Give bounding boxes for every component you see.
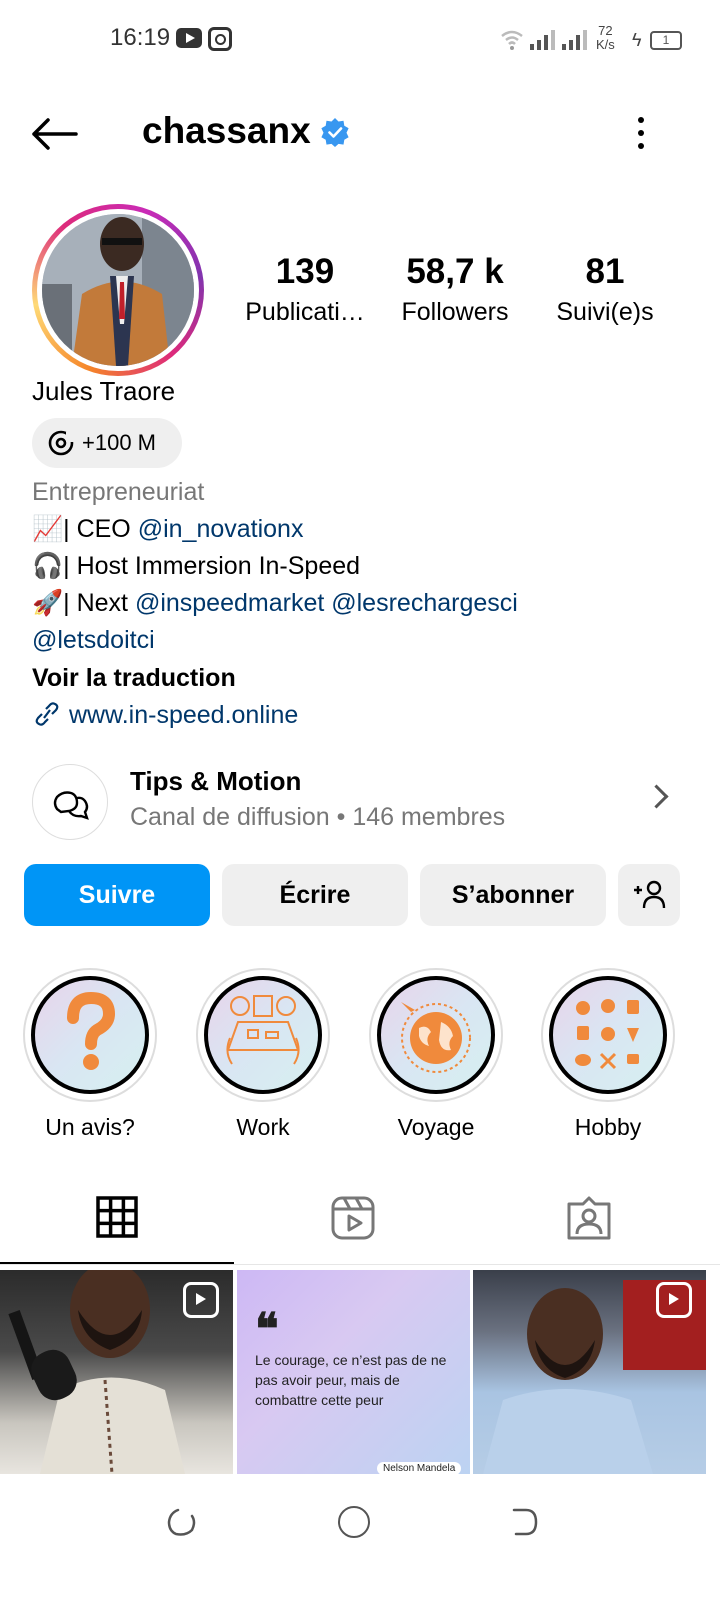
see-translation-link[interactable]: Voir la traduction [32, 660, 236, 697]
broadcast-channel-icon[interactable] [32, 764, 108, 840]
threads-icon [48, 430, 74, 456]
youtube-icon [176, 28, 202, 48]
followers-count-value: 58,7 k [406, 252, 504, 291]
profile-username: chassanx [142, 110, 311, 151]
chevron-right-icon[interactable] [644, 784, 669, 809]
quote-icon: ❝ [255, 1304, 279, 1355]
headphones-emoji-icon: 🎧 [32, 552, 64, 580]
avatar-photo [42, 214, 194, 366]
wifi-icon [501, 30, 523, 50]
highlight-voyage[interactable]: Voyage [369, 968, 503, 1141]
post-thumbnail[interactable] [473, 1270, 706, 1474]
highlight-label: Hobby [574, 1114, 642, 1140]
recents-icon[interactable] [166, 1506, 198, 1538]
followers-count-label: Followers [401, 298, 509, 326]
hobby-icons-icon [575, 999, 639, 1070]
channel-title[interactable]: Tips & Motion [130, 766, 301, 797]
subscribe-button[interactable]: S’abonner [420, 864, 606, 926]
mention-in-novationx[interactable]: @in_novationx [138, 515, 304, 543]
bio-text: | CEO [63, 515, 138, 543]
quote-author: Nelson Mandela [377, 1462, 462, 1474]
highlight-label: Un avis? [45, 1114, 135, 1140]
following-count-label: Suivi(e)s [556, 298, 654, 326]
link-icon [35, 702, 59, 726]
threads-followers: +100 M [82, 430, 156, 455]
charging-icon: ϟ [632, 30, 642, 50]
question-mark-icon [67, 991, 116, 1070]
website-link[interactable]: www.in-speed.online [32, 697, 298, 734]
back-arrow-icon[interactable] [30, 116, 78, 152]
chat-bubbles-icon [53, 791, 89, 820]
clock: 16:19 [110, 24, 171, 51]
profile-avatar[interactable] [32, 204, 204, 376]
threads-badge[interactable]: +100 M [32, 418, 182, 468]
globe-icon [401, 1002, 471, 1073]
bio-line-host: 🎧| Host Immersion In-Speed [32, 548, 360, 585]
mention-letsdoitci[interactable]: @letsdoitci [32, 622, 155, 659]
message-button[interactable]: Écrire [222, 864, 408, 926]
tab-divider [0, 1264, 720, 1265]
post-thumbnail[interactable] [0, 1270, 233, 1474]
signal-icon [530, 30, 555, 50]
channel-subtitle: Canal de diffusion • 146 membres [130, 803, 506, 831]
home-icon[interactable] [338, 1506, 370, 1538]
highlight-label: Voyage [397, 1114, 475, 1140]
mention-inspeedmarket[interactable]: @inspeedmarket [135, 589, 324, 617]
add-person-icon [634, 880, 666, 909]
signal-icon [562, 30, 587, 50]
reel-icon [656, 1282, 692, 1318]
bio-text: | Host Immersion In-Speed [63, 552, 361, 580]
battery-icon: 1 [650, 31, 682, 50]
verified-badge-icon [321, 118, 349, 147]
bio-line-next: 🚀| Next @inspeedmarket @lesrechargesci [32, 585, 518, 622]
follow-button[interactable]: Suivre [24, 864, 210, 926]
posts-count[interactable]: 139 Publicati… [230, 252, 380, 327]
system-navigation-bar [0, 1474, 720, 1600]
profile-category: Entrepreneuriat [32, 478, 205, 506]
quote-text: Le courage, ce n’est pas de ne pas avoir… [255, 1352, 447, 1408]
active-tab-indicator [0, 1262, 234, 1264]
tagged-tab-icon[interactable] [567, 1196, 611, 1240]
rocket-emoji-icon: 🚀 [32, 589, 64, 617]
network-speed: 72 K/s [596, 24, 615, 52]
suggested-users-button[interactable] [618, 864, 680, 926]
status-bar: 16:19 72 K/s ϟ 1 [0, 0, 720, 80]
mention-lesrechargesci[interactable]: @lesrechargesci [331, 589, 518, 617]
reel-icon [183, 1282, 219, 1318]
meeting-icon [226, 995, 300, 1065]
bio-line-ceo: 📈| CEO @in_novationx [32, 511, 303, 548]
following-count[interactable]: 81 Suivi(e)s [530, 252, 680, 327]
speed-unit: K/s [596, 37, 615, 52]
posts-count-value: 139 [275, 252, 335, 291]
post-thumbnail[interactable]: ❝ Le courage, ce n’est pas de ne pas avo… [237, 1270, 470, 1474]
full-name: Jules Traore [32, 376, 176, 406]
highlight-label: Work [236, 1114, 290, 1140]
chart-emoji-icon: 📈 [32, 515, 64, 543]
more-options-icon[interactable] [638, 117, 644, 156]
back-nav-icon[interactable] [508, 1506, 540, 1538]
highlight-hobby[interactable]: Hobby [541, 968, 675, 1141]
website-text: www.in-speed.online [68, 701, 299, 729]
highlight-work[interactable]: Work [196, 968, 330, 1141]
speed-value: 72 [598, 23, 613, 38]
posts-count-label: Publicati… [245, 298, 365, 326]
bio-text: | Next [63, 589, 135, 617]
reels-tab-icon[interactable] [331, 1196, 375, 1240]
followers-count[interactable]: 58,7 k Followers [380, 252, 530, 327]
instagram-icon [208, 27, 232, 51]
grid-tab-icon[interactable] [96, 1196, 138, 1238]
highlight-un-avis[interactable]: Un avis? [23, 968, 157, 1141]
following-count-value: 81 [585, 252, 625, 291]
